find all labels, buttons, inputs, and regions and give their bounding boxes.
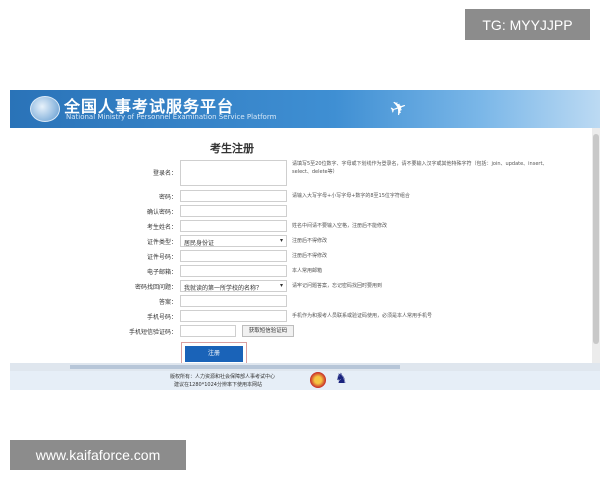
browser-screenshot: 全国人事考试服务平台 National Ministry of Personne… bbox=[10, 90, 600, 390]
username-hint: 请填写5至20位数字、字母或下划线作为登录名，请不要输入汉字或其他特殊字符（包括… bbox=[292, 161, 548, 175]
name-input[interactable] bbox=[180, 220, 287, 232]
watermark-bottom: www.kaifaforce.com bbox=[10, 440, 186, 470]
footer: 版权所有：人力资源和社会保障部人事考试中心 建议在1280*1024分辨率下使用… bbox=[10, 371, 600, 390]
phone-input[interactable] bbox=[180, 310, 287, 322]
footer-copyright: 版权所有：人力资源和社会保障部人事考试中心 bbox=[170, 374, 276, 380]
register-button[interactable]: 注册 bbox=[185, 346, 243, 362]
row-id-number: 证件号码： 注册后不得修改 bbox=[10, 250, 595, 264]
security-question-hint: 请牢记问题答案，忘记密码找回时要用到 bbox=[292, 283, 383, 289]
row-email: 电子邮箱： 本人常用邮箱 bbox=[10, 265, 595, 279]
row-password: 密码： 请输入大写字母+小写字母+数字的8至15位字符组合 bbox=[10, 190, 595, 204]
security-question-value: 我就读的第一所学校的名称？ bbox=[184, 285, 263, 292]
site-logo-icon bbox=[30, 96, 60, 122]
horizontal-scrollbar-thumb[interactable] bbox=[70, 365, 400, 369]
id-number-input[interactable] bbox=[180, 250, 287, 262]
name-label: 考生姓名： bbox=[146, 224, 177, 231]
row-answer: 答案： bbox=[10, 295, 595, 309]
form-title: 考生注册 bbox=[210, 142, 254, 155]
row-security-question: 密码找回问题： 我就读的第一所学校的名称？ ▾ 请牢记问题答案，忘记密码找回时要… bbox=[10, 280, 595, 294]
password-input[interactable] bbox=[180, 190, 287, 202]
password-hint: 请输入大写字母+小写字母+数字的8至15位字符组合 bbox=[292, 193, 410, 199]
row-id-type: 证件类型： 居民身份证 ▾ 注册后不得修改 bbox=[10, 235, 595, 249]
confirm-password-label: 确认密码： bbox=[146, 209, 177, 216]
id-number-hint: 注册后不得修改 bbox=[292, 253, 328, 259]
sms-code-label: 手机短信验证码： bbox=[128, 329, 177, 336]
id-type-hint: 注册后不得修改 bbox=[292, 238, 328, 244]
row-username: 登录名： 请填写5至20位数字、字母或下划线作为登录名，请不要输入汉字或其他特殊… bbox=[10, 160, 595, 186]
phone-label: 手机号码： bbox=[146, 314, 177, 321]
vertical-scrollbar-thumb[interactable] bbox=[593, 134, 599, 344]
site-subtitle: National Ministry of Personnel Examinati… bbox=[66, 113, 277, 121]
username-input[interactable] bbox=[180, 160, 287, 186]
name-hint: 姓名中间请不要输入空格，注册后不能修改 bbox=[292, 223, 388, 229]
security-question-label: 密码找回问题： bbox=[134, 284, 177, 291]
row-sms-code: 手机短信验证码： 获取短信验证码 bbox=[10, 325, 595, 339]
answer-input[interactable] bbox=[180, 295, 287, 307]
row-phone: 手机号码： 手机作为和报考人员联系或验证码使用，必须是本人常用手机号 bbox=[10, 310, 595, 324]
row-confirm-password: 确认密码： bbox=[10, 205, 595, 219]
get-sms-code-button[interactable]: 获取短信验证码 bbox=[242, 325, 294, 337]
airplane-icon: ✈ bbox=[386, 93, 411, 123]
chevron-down-icon: ▾ bbox=[279, 237, 283, 244]
footer-resolution-note: 建议在1280*1024分辨率下使用本网站 bbox=[174, 382, 262, 388]
registration-form: 考生注册 登录名： 请填写5至20位数字、字母或下划线作为登录名，请不要输入汉字… bbox=[10, 128, 595, 366]
email-hint: 本人常用邮箱 bbox=[292, 268, 323, 274]
email-label: 电子邮箱： bbox=[146, 269, 177, 276]
password-label: 密码： bbox=[158, 194, 177, 201]
police-badge-icon: ♞ bbox=[335, 371, 348, 387]
sms-code-input[interactable] bbox=[180, 325, 236, 337]
id-type-value: 居民身份证 bbox=[184, 240, 215, 247]
id-type-select[interactable]: 居民身份证 ▾ bbox=[180, 235, 287, 247]
watermark-top: TG: MYYJJPP bbox=[465, 9, 590, 40]
site-banner: 全国人事考试服务平台 National Ministry of Personne… bbox=[10, 90, 600, 128]
national-emblem-icon bbox=[310, 372, 326, 388]
chevron-down-icon: ▾ bbox=[279, 282, 283, 289]
row-name: 考生姓名： 姓名中间请不要输入空格，注册后不能修改 bbox=[10, 220, 595, 234]
username-label: 登录名： bbox=[152, 170, 177, 177]
security-question-select[interactable]: 我就读的第一所学校的名称？ ▾ bbox=[180, 280, 287, 292]
email-input[interactable] bbox=[180, 265, 287, 277]
phone-hint: 手机作为和报考人员联系或验证码使用，必须是本人常用手机号 bbox=[292, 313, 433, 319]
id-type-label: 证件类型： bbox=[146, 239, 177, 246]
id-number-label: 证件号码： bbox=[146, 254, 177, 261]
answer-label: 答案： bbox=[158, 299, 177, 306]
confirm-password-input[interactable] bbox=[180, 205, 287, 217]
